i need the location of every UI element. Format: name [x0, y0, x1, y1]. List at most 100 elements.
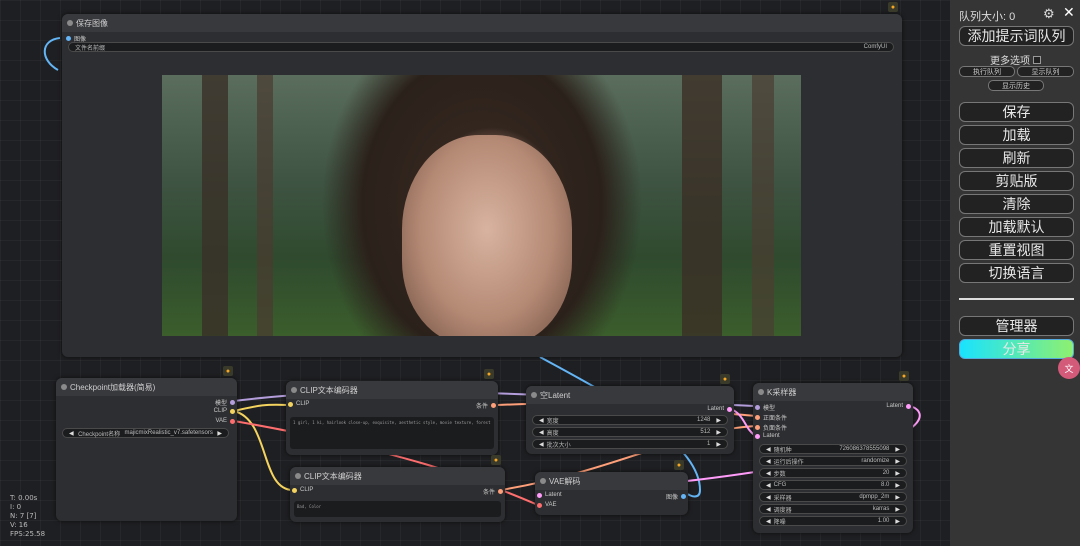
arrow-left-icon[interactable]: ◀	[766, 494, 771, 501]
output-slot-vae[interactable]: VAE	[215, 418, 235, 424]
vae-decode-node[interactable]: ● VAE解码 Latent VAE 图像	[535, 460, 688, 515]
node-title[interactable]: Checkpoint加载器(简易)	[56, 378, 237, 396]
save-image-node[interactable]: ● 保存图像 图像 文件名前缀 ComfyUI	[62, 2, 902, 357]
output-slot-latent[interactable]: Latent	[707, 406, 732, 412]
node-title[interactable]: K采样器	[753, 383, 913, 401]
clip-text-encode-positive-node[interactable]: ● CLIP文本编码器 CLIP 条件 1 girl, 1 ki, hairlo…	[286, 369, 498, 455]
slot-dot[interactable]	[230, 400, 235, 405]
ksampler-field[interactable]: ◀ 调度器 karras ▶	[759, 504, 907, 514]
arrow-right-icon[interactable]: ▶	[716, 429, 721, 436]
queue-prompt-button[interactable]: 添加提示词队列	[959, 26, 1074, 46]
input-slot-model[interactable]: 模型	[755, 403, 775, 412]
slot-dot[interactable]	[906, 403, 911, 409]
slot-dot[interactable]	[66, 36, 71, 41]
menu-button[interactable]: 清除	[959, 194, 1074, 214]
arrow-right-icon[interactable]: ▶	[895, 482, 900, 489]
share-button[interactable]: 分享	[959, 339, 1074, 359]
node-title[interactable]: CLIP文本编码器	[286, 381, 498, 399]
input-slot-clip[interactable]: CLIP	[288, 401, 309, 407]
slot-dot[interactable]	[537, 492, 542, 498]
node-title[interactable]: 保存图像	[62, 14, 902, 32]
ksampler-node[interactable]: ● K采样器 模型 正面条件 负面条件 Latent Latent ◀ 随机种 72…	[753, 371, 913, 533]
arrow-left-icon[interactable]: ◀	[69, 430, 74, 437]
gear-icon[interactable]: ⚙	[1043, 6, 1055, 22]
output-slot-clip[interactable]: CLIP	[214, 408, 235, 414]
slot-dot[interactable]	[292, 487, 297, 493]
arrow-left-icon[interactable]: ◀	[766, 446, 771, 453]
manager-button[interactable]: 管理器	[959, 316, 1074, 336]
input-slot-negative[interactable]: 负面条件	[755, 423, 787, 432]
output-slot-conditioning[interactable]: 条件	[483, 487, 503, 496]
menu-button[interactable]: 加载默认	[959, 217, 1074, 237]
arrow-right-icon[interactable]: ▶	[895, 458, 900, 465]
arrow-right-icon[interactable]: ▶	[217, 430, 222, 437]
ksampler-field[interactable]: ◀ 采样器 dpmpp_2m ▶	[759, 492, 907, 502]
menu-button[interactable]: 加载	[959, 125, 1074, 145]
slot-dot[interactable]	[681, 494, 686, 499]
menu-button[interactable]: 剪贴版	[959, 171, 1074, 191]
output-slot-conditioning[interactable]: 条件	[476, 401, 496, 410]
close-icon[interactable]: ✕	[1063, 4, 1075, 21]
slot-dot[interactable]	[537, 502, 542, 508]
slot-dot[interactable]	[755, 433, 760, 439]
width-field[interactable]: ◀ 宽度 1248 ▶	[532, 415, 728, 425]
slot-dot[interactable]	[288, 401, 293, 407]
checkpoint-loader-node[interactable]: ● Checkpoint加载器(简易) 模型 CLIP VAE ◀ Checkp…	[56, 366, 237, 521]
arrow-left-icon[interactable]: ◀	[766, 518, 771, 525]
input-slot-vae[interactable]: VAE	[537, 502, 557, 508]
node-title[interactable]: VAE解码	[535, 472, 688, 490]
extra-options-toggle[interactable]: 更多选项	[990, 52, 1041, 67]
arrow-right-icon[interactable]: ▶	[895, 470, 900, 477]
arrow-left-icon[interactable]: ◀	[539, 417, 544, 424]
prompt-textarea[interactable]: 1 girl, 1 ki, hairlook close-up, exquisi…	[290, 417, 494, 449]
checkbox[interactable]	[1033, 55, 1041, 64]
arrow-right-icon[interactable]: ▶	[716, 417, 721, 424]
ksampler-field[interactable]: ◀ 随机种 726086378555098 ▶	[759, 444, 907, 454]
slot-dot[interactable]	[230, 408, 235, 414]
slot-dot[interactable]	[755, 405, 760, 410]
menu-button[interactable]: 刷新	[959, 148, 1074, 168]
slot-dot[interactable]	[755, 415, 760, 420]
arrow-left-icon[interactable]: ◀	[766, 482, 771, 489]
ksampler-field[interactable]: ◀ 运行后操作 randomize ▶	[759, 456, 907, 466]
slot-dot[interactable]	[491, 403, 496, 408]
arrow-left-icon[interactable]: ◀	[539, 441, 544, 448]
menu-button[interactable]: 保存	[959, 102, 1074, 122]
arrow-right-icon[interactable]: ▶	[895, 506, 900, 513]
arrow-left-icon[interactable]: ◀	[766, 470, 771, 477]
prompt-textarea[interactable]: Bad, Color	[294, 501, 501, 517]
output-slot-model[interactable]: 模型	[215, 398, 235, 407]
show-queue-button[interactable]: 显示队列	[1017, 66, 1074, 77]
menu-button[interactable]: 重置视图	[959, 240, 1074, 260]
output-slot-latent[interactable]: Latent	[886, 403, 911, 409]
arrow-left-icon[interactable]: ◀	[766, 458, 771, 465]
arrow-right-icon[interactable]: ▶	[895, 494, 900, 501]
menu-button[interactable]: 切换语言	[959, 263, 1074, 283]
arrow-right-icon[interactable]: ▶	[895, 518, 900, 525]
translate-icon[interactable]: 文	[1058, 357, 1080, 379]
clip-text-encode-negative-node[interactable]: ● CLIP文本编码器 CLIP 条件 Bad, Color	[290, 455, 505, 522]
ksampler-field[interactable]: ◀ CFG 8.0 ▶	[759, 480, 907, 490]
input-slot-clip[interactable]: CLIP	[292, 487, 313, 493]
output-slot-image[interactable]: 图像	[666, 492, 686, 501]
batch-size-field[interactable]: ◀ 批次大小 1 ▶	[532, 439, 728, 449]
slot-dot[interactable]	[727, 406, 732, 412]
slot-dot[interactable]	[230, 418, 235, 424]
arrow-right-icon[interactable]: ▶	[716, 441, 721, 448]
view-queue-button[interactable]: 执行队列	[959, 66, 1015, 77]
node-title[interactable]: CLIP文本编码器	[290, 467, 505, 485]
ckpt-name-combo[interactable]: ◀ Checkpoint名称 majicmixRealistic_v7.safe…	[62, 428, 229, 438]
slot-dot[interactable]	[755, 425, 760, 430]
height-field[interactable]: ◀ 高度 512 ▶	[532, 427, 728, 437]
ksampler-field[interactable]: ◀ 降噪 1.00 ▶	[759, 516, 907, 526]
ksampler-field[interactable]: ◀ 步数 20 ▶	[759, 468, 907, 478]
input-slot-latent[interactable]: Latent	[755, 433, 780, 439]
arrow-right-icon[interactable]: ▶	[895, 446, 900, 453]
filename-prefix-field[interactable]: 文件名前缀 ComfyUI	[68, 42, 894, 52]
slot-dot[interactable]	[498, 489, 503, 494]
output-image-preview[interactable]	[162, 75, 801, 336]
arrow-left-icon[interactable]: ◀	[766, 506, 771, 513]
input-slot-positive[interactable]: 正面条件	[755, 413, 787, 422]
empty-latent-node[interactable]: ● 空Latent Latent ◀ 宽度 1248 ▶ ◀ 高度 512 ▶ …	[526, 374, 734, 454]
arrow-left-icon[interactable]: ◀	[539, 429, 544, 436]
